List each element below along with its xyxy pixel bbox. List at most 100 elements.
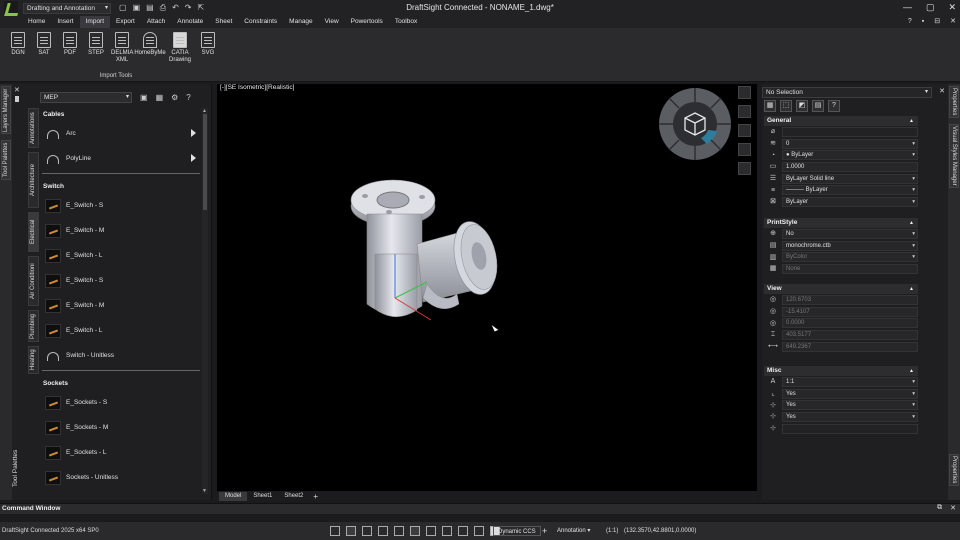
properties-bottom-tab[interactable]: Properties (949, 454, 959, 486)
list-item[interactable]: Arc (42, 121, 202, 146)
prop-row[interactable]: ≋ 0 (764, 138, 918, 150)
group-header-general[interactable]: General (764, 116, 918, 126)
menu-toolbox[interactable]: Toolbox (389, 16, 423, 28)
add-sheet-icon[interactable]: + (309, 492, 318, 501)
prop-row[interactable]: ☰ ByLayer Solid line (764, 173, 918, 185)
palette-view-icon[interactable]: ▦ (156, 93, 164, 102)
list-item[interactable]: E_Sockets - M (42, 415, 202, 440)
cursor-select-icon[interactable] (346, 526, 356, 536)
play-arrow-icon[interactable] (191, 129, 196, 137)
tab-sheet2[interactable]: Sheet2 (278, 492, 309, 501)
menu-home[interactable]: Home (22, 16, 51, 28)
select-objects-icon[interactable]: ⬚ (780, 100, 792, 112)
prop-row[interactable]: ⊕ No (764, 228, 918, 240)
prop-row[interactable]: ⌀ (764, 126, 918, 138)
menu-export[interactable]: Export (110, 16, 141, 28)
undo-icon[interactable]: ↶ (172, 3, 179, 13)
save-icon[interactable]: ▤ (146, 3, 154, 13)
home-view-icon[interactable] (738, 86, 751, 99)
tool-palettes-tab[interactable]: Tool Palettes (1, 140, 11, 180)
prop-ucs-at-origin[interactable]: Yes (782, 400, 918, 411)
menu-manage[interactable]: Manage (283, 16, 319, 28)
palette-settings-icon[interactable]: ⚙ (171, 93, 178, 102)
pan-icon[interactable] (738, 105, 751, 118)
lineweight-toggle-icon[interactable] (442, 526, 452, 536)
block-toggle-icon[interactable] (474, 526, 484, 536)
prop-row[interactable]: ⊹ Yes (764, 399, 918, 411)
quick-input-icon[interactable] (458, 526, 468, 536)
prop-row[interactable]: ⌞ Yes (764, 388, 918, 400)
properties-close-icon[interactable]: ✕ (939, 87, 945, 95)
view-settings-icon[interactable] (738, 162, 751, 175)
close-icon[interactable]: ✕ (948, 2, 956, 13)
properties-tab[interactable]: Properties (949, 86, 959, 118)
prop-linestyle[interactable]: ByLayer Solid line (782, 173, 918, 184)
add-icon[interactable]: + (538, 526, 551, 536)
orbit-icon[interactable] (738, 143, 751, 156)
import-homebyme-button[interactable]: HomeByMe (134, 32, 166, 64)
menu-constraints[interactable]: Constraints (238, 16, 283, 28)
zoom-icon[interactable] (738, 124, 751, 137)
import-sat-button[interactable]: SAT (31, 32, 57, 64)
import-pdf-button[interactable]: PDF (57, 32, 83, 64)
redo-icon[interactable]: ↷ (185, 3, 192, 13)
filter-icon[interactable]: ▤ (812, 100, 824, 112)
selection-select[interactable]: No Selection (762, 87, 932, 98)
prop-ucs-name[interactable] (782, 423, 918, 434)
etrack-icon[interactable] (426, 526, 436, 536)
menu-sheet[interactable]: Sheet (209, 16, 238, 28)
command-restore-icon[interactable]: ⧉ (937, 504, 942, 512)
export-icon[interactable]: ⇱ (198, 3, 205, 13)
navigation-cube[interactable] (657, 86, 733, 162)
prop-annotation-scale[interactable]: 1:1 (782, 376, 918, 387)
visual-styles-manager-tab[interactable]: Visual Styles Manager (949, 124, 959, 188)
tab-heating[interactable]: Heating (28, 346, 39, 374)
prop-transparency[interactable]: ByLayer (782, 196, 918, 207)
command-close-icon[interactable]: ✕ (950, 504, 956, 512)
maximize-icon[interactable]: ▢ (926, 2, 935, 13)
prop-row[interactable]: ⊠ ByLayer (764, 196, 918, 208)
open-file-icon[interactable]: ▣ (133, 3, 141, 13)
list-item[interactable]: Sockets - Unitless (42, 465, 202, 490)
list-item[interactable]: E_Switch - S (42, 268, 202, 293)
command-window[interactable]: Command Window ⧉ ✕ (0, 503, 960, 514)
prop-print-style[interactable]: No (782, 228, 918, 239)
prop-ucs-per-viewport[interactable]: Yes (782, 411, 918, 422)
tab-architecture[interactable]: Architecture (28, 152, 39, 208)
menu-annotate[interactable]: Annotate (171, 16, 209, 28)
scroll-down-icon[interactable]: ▼ (202, 488, 207, 494)
grid-icon[interactable] (362, 526, 372, 536)
group-header-printstyle[interactable]: PrintStyle (764, 218, 918, 228)
tab-annotations[interactable]: Annotations (28, 108, 39, 148)
print-icon[interactable]: ⎙ (160, 3, 166, 13)
prop-row[interactable]: ▥ ByColor (764, 251, 918, 263)
ortho-icon[interactable] (378, 526, 388, 536)
group-header-view[interactable]: View (764, 284, 918, 294)
scrollbar-thumb[interactable] (203, 114, 207, 210)
prop-lineweight[interactable]: ——— ByLayer (782, 185, 918, 196)
list-item[interactable]: E_Switch - L (42, 318, 202, 343)
palette-pin-icon[interactable] (15, 96, 19, 102)
prop-ucs-icon-on[interactable]: Yes (782, 388, 918, 399)
layers-manager-tab[interactable]: Layers Manager (1, 86, 11, 134)
quick-select-icon[interactable]: ◩ (796, 100, 808, 112)
group-header-misc[interactable]: Misc (764, 366, 918, 376)
prop-row[interactable]: ≡ ——— ByLayer (764, 184, 918, 196)
prop-row[interactable]: ▦ None (764, 263, 918, 275)
close-document-icon[interactable]: ✕ (950, 16, 956, 28)
palette-group-select[interactable]: MEP (40, 91, 132, 103)
list-item[interactable]: E_Switch - L (42, 243, 202, 268)
prop-print-table[interactable]: monochrome.ctb (782, 240, 918, 251)
prop-row[interactable]: ▭ 1.0000 (764, 161, 918, 173)
esnap-icon[interactable] (410, 526, 420, 536)
new-file-icon[interactable]: ▢ (119, 3, 127, 13)
tab-model[interactable]: Model (219, 491, 248, 501)
list-item[interactable]: E_Sockets - S (42, 390, 202, 415)
list-item[interactable]: E_Sockets - L (42, 440, 202, 465)
tab-sheet1[interactable]: Sheet1 (247, 492, 278, 501)
menu-view[interactable]: View (319, 16, 345, 28)
menu-powertools[interactable]: Powertools (345, 16, 389, 28)
ribbon-toggle-icon[interactable]: ▪ (922, 16, 924, 28)
prop-row[interactable]: ⊹ Yes (764, 411, 918, 423)
import-catia-drawing-button[interactable]: CATIA Drawing (165, 32, 195, 64)
